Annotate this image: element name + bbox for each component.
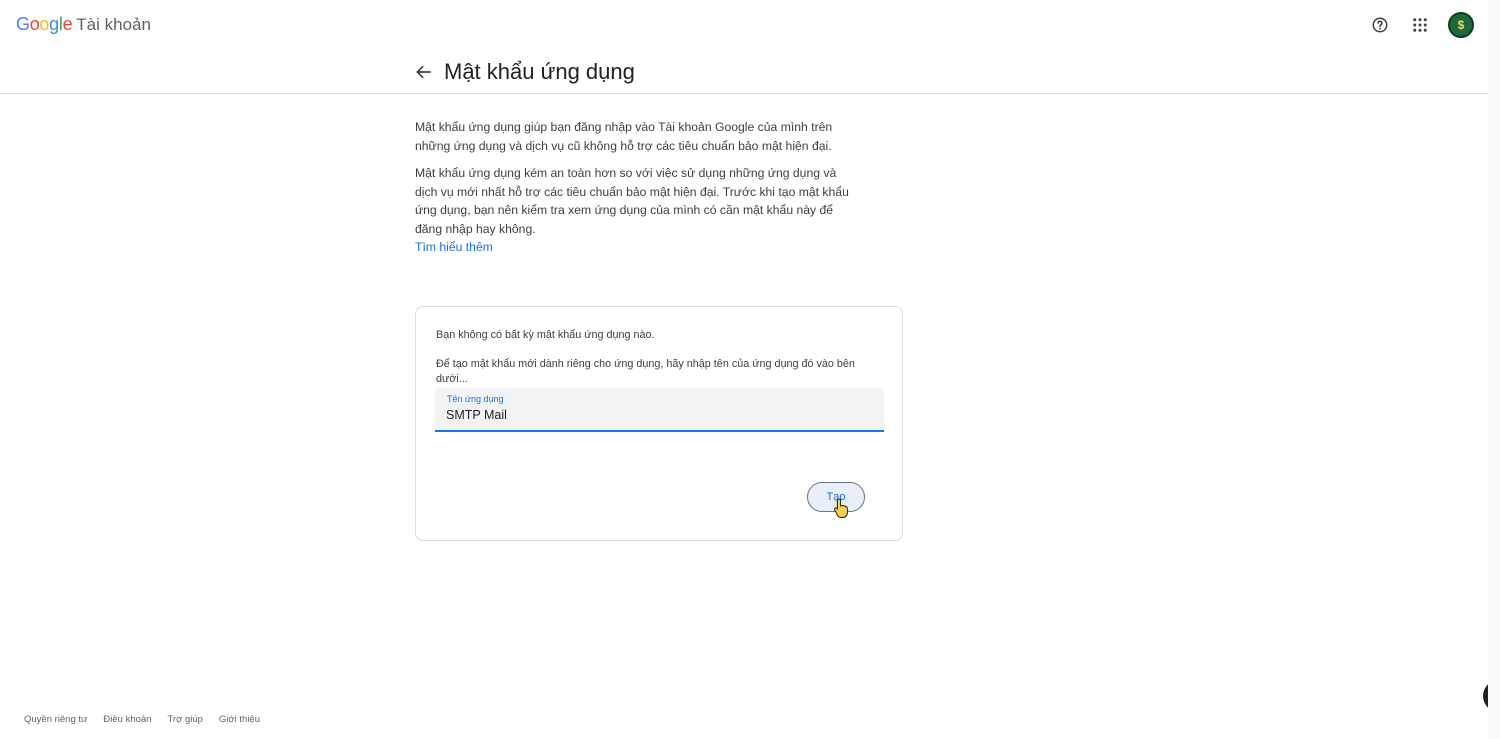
app-name-field[interactable]: Tên ứng dụng: [435, 388, 884, 432]
footer: Quyền riêng tư Điều khoản Trợ giúp Giới …: [24, 714, 260, 725]
top-icons: $: [1368, 12, 1474, 38]
intro-paragraph-2: Mật khẩu ứng dụng kém an toàn hơn so với…: [415, 164, 855, 257]
help-icon[interactable]: [1368, 13, 1392, 37]
brand[interactable]: Google Tài khoản: [16, 14, 151, 35]
about-link[interactable]: Giới thiệu: [219, 714, 260, 725]
intro-section: Mật khẩu ứng dụng giúp bạn đăng nhập vào…: [415, 118, 855, 266]
page-title: Mật khẩu ứng dụng: [444, 59, 635, 84]
intro-paragraph-1: Mật khẩu ứng dụng giúp bạn đăng nhập vào…: [415, 120, 833, 153]
google-logo: Google: [16, 14, 73, 34]
app-name-label: Tên ứng dụng: [447, 394, 504, 404]
create-button[interactable]: Tạo: [807, 482, 865, 512]
app-name-input[interactable]: [446, 406, 866, 424]
top-bar: Google Tài khoản $: [0, 0, 1488, 52]
empty-message: Bạn không có bất kỳ mật khẩu ứng dụng nà…: [436, 329, 655, 341]
privacy-link[interactable]: Quyền riêng tư: [24, 714, 87, 725]
apps-grid-icon[interactable]: [1408, 13, 1432, 37]
arrow-left-icon[interactable]: [414, 62, 434, 82]
intro-paragraph-2-text: Mật khẩu ứng dụng kém an toàn hơn so với…: [415, 166, 849, 236]
avatar-initial: $: [1457, 18, 1465, 32]
page-header: Mật khẩu ứng dụng: [0, 52, 1488, 94]
learn-more-link[interactable]: Tìm hiểu thêm: [415, 240, 493, 254]
terms-link[interactable]: Điều khoản: [103, 714, 151, 725]
instruction-text: Để tạo mật khẩu mới dành riêng cho ứng d…: [436, 358, 855, 385]
scrollbar[interactable]: [1488, 0, 1500, 739]
product-name: Tài khoản: [76, 15, 151, 34]
avatar[interactable]: $: [1448, 12, 1474, 38]
help-link[interactable]: Trợ giúp: [167, 714, 202, 725]
app-password-card: Bạn không có bất kỳ mật khẩu ứng dụng nà…: [415, 306, 903, 541]
